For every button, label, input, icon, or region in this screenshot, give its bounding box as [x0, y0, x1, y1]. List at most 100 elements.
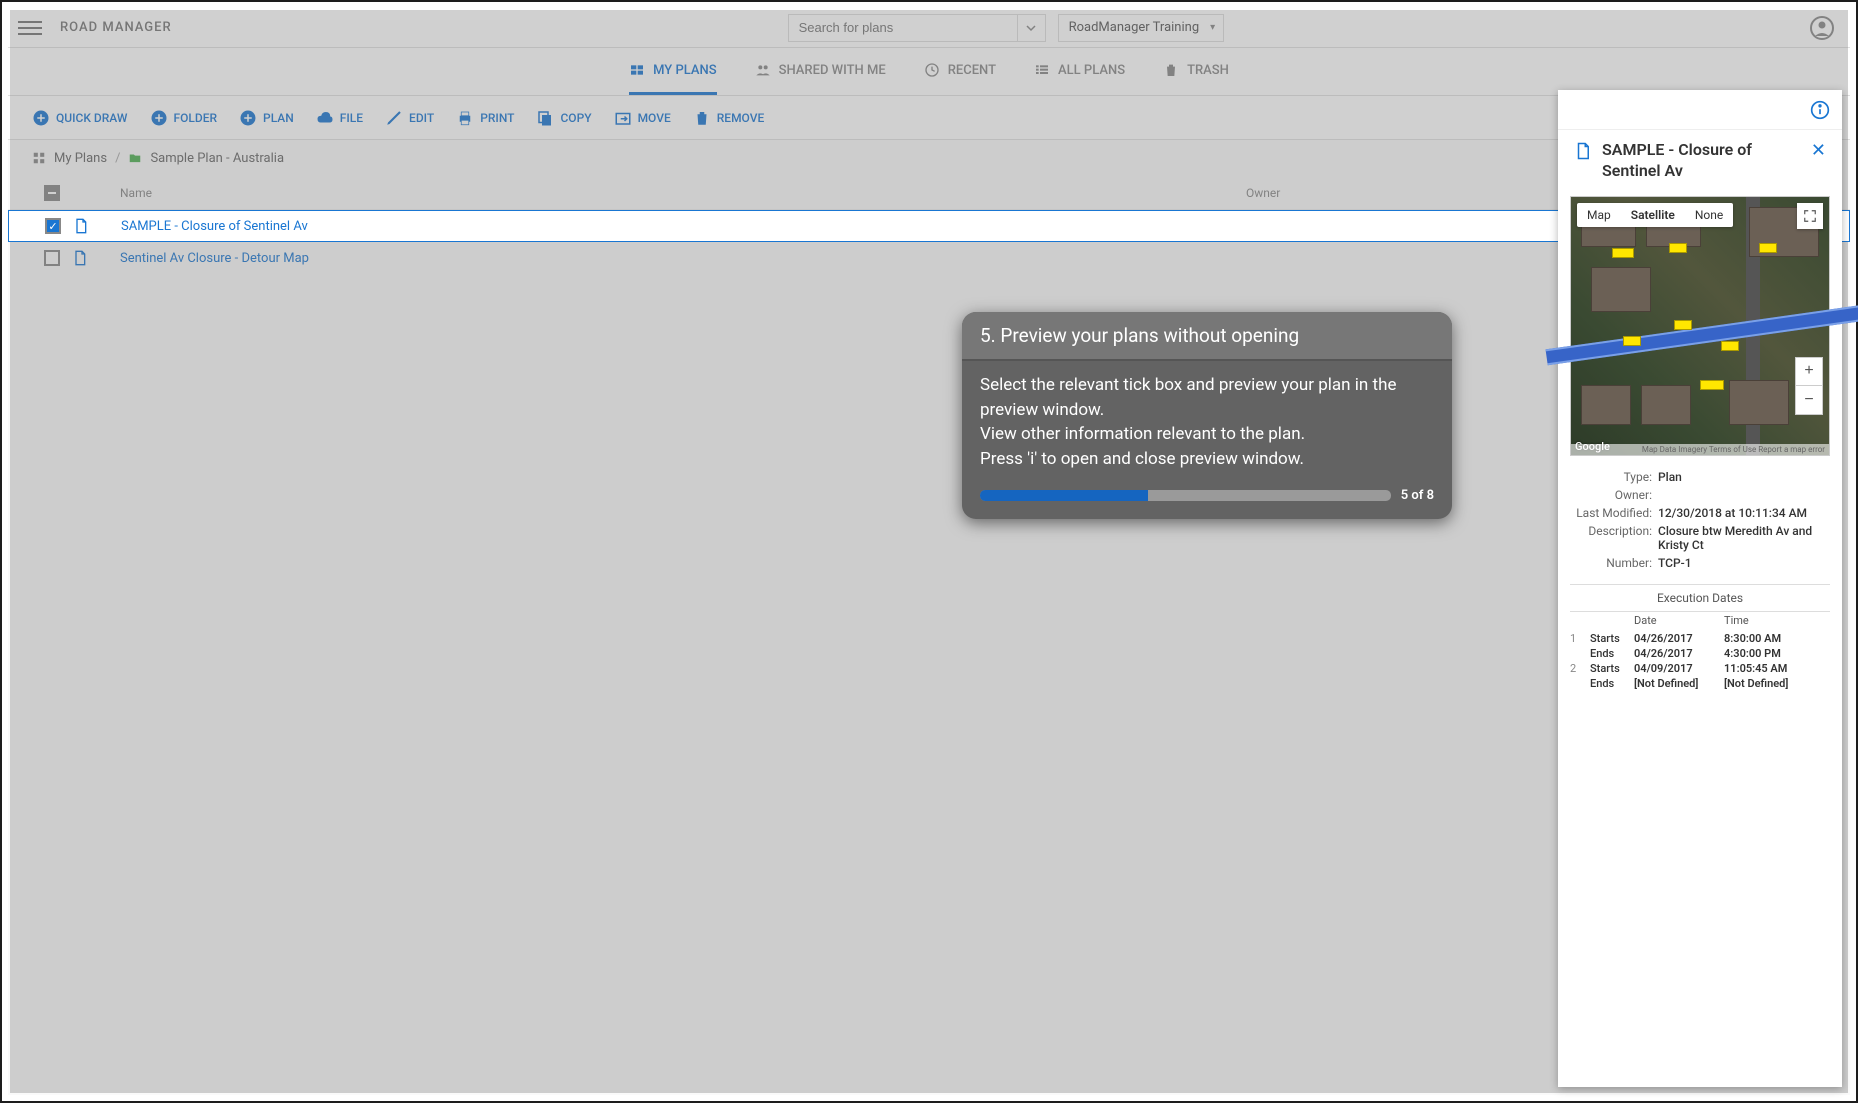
btn-label: FILE [340, 111, 363, 125]
copy-button[interactable]: COPY [536, 109, 591, 127]
close-icon[interactable]: ✕ [1811, 140, 1826, 161]
file-button[interactable]: FILE [316, 109, 363, 127]
tab-shared[interactable]: SHARED WITH ME [755, 48, 886, 95]
map-tab-map[interactable]: Map [1577, 203, 1621, 227]
meta-value [1658, 488, 1828, 502]
crumb-separator: / [115, 151, 120, 166]
meta-label: Number: [1572, 556, 1658, 570]
trash-icon [1163, 62, 1179, 78]
zoom-out-button[interactable]: − [1796, 386, 1822, 414]
map-type-toggle[interactable]: Map Satellite None [1577, 203, 1733, 227]
map-zoom-controls: + − [1795, 357, 1823, 415]
grid-icon [32, 151, 46, 165]
preview-title: SAMPLE - Closure of Sentinel Av [1602, 140, 1801, 182]
btn-label: PRINT [480, 111, 514, 125]
tab-label: TRASH [1187, 63, 1229, 78]
preview-panel: SAMPLE - Closure of Sentinel Av ✕ Map Sa… [1558, 90, 1842, 1087]
callout-line: Press 'i' to open and close preview wind… [980, 447, 1434, 472]
pencil-icon [385, 109, 403, 127]
map-attribution: Map Data Imagery Terms of Use Report a m… [1571, 444, 1829, 455]
zoom-in-button[interactable]: + [1796, 358, 1822, 386]
map-preview[interactable]: Map Satellite None + − Google Map Data I… [1570, 196, 1830, 456]
meta-value: TCP-1 [1658, 556, 1828, 570]
info-icon[interactable] [1810, 100, 1830, 120]
row-checkbox[interactable] [44, 250, 60, 266]
print-button[interactable]: PRINT [456, 109, 514, 127]
callout-body: Select the relevant tick box and preview… [962, 359, 1452, 480]
meta-value: Plan [1658, 470, 1828, 484]
callout-line: Select the relevant tick box and preview… [980, 373, 1434, 422]
btn-label: COPY [560, 111, 591, 125]
plus-circle-icon [239, 109, 257, 127]
tab-label: RECENT [948, 63, 996, 78]
map-tab-satellite[interactable]: Satellite [1621, 203, 1685, 227]
map-tab-none[interactable]: None [1685, 203, 1733, 227]
brand-label: ROAD MANAGER [60, 20, 172, 35]
printer-icon [456, 109, 474, 127]
move-button[interactable]: MOVE [614, 109, 671, 127]
org-selector[interactable]: RoadManager Training [1058, 14, 1225, 42]
meta-label: Type: [1572, 470, 1658, 484]
exec-row: 2Starts04/09/201711:05:45 AM [1558, 661, 1842, 676]
exec-row: Ends[Not Defined][Not Defined] [1558, 676, 1842, 691]
plus-circle-icon [150, 109, 168, 127]
account-icon[interactable] [1810, 16, 1834, 40]
exec-col-time: Time [1724, 614, 1830, 627]
exec-row: Ends04/26/20174:30:00 PM [1558, 646, 1842, 661]
search-dropdown-toggle[interactable] [1018, 14, 1046, 42]
col-header-name[interactable]: Name [120, 186, 1246, 200]
plan-doc-icon [72, 250, 88, 266]
tutorial-progress-bar [980, 490, 1391, 501]
row-checkbox[interactable]: ✓ [45, 218, 61, 234]
btn-label: FOLDER [174, 111, 218, 125]
meta-value: Closure btw Meredith Av and Kristy Ct [1658, 524, 1828, 552]
edit-button[interactable]: EDIT [385, 109, 434, 127]
topbar: ROAD MANAGER RoadManager Training [8, 8, 1850, 48]
plan-doc-icon [1574, 142, 1592, 160]
btn-label: QUICK DRAW [56, 111, 128, 125]
shared-icon [755, 62, 771, 78]
exec-table-header: Date Time [1558, 612, 1842, 631]
row-name[interactable]: Sentinel Av Closure - Detour Map [120, 251, 1246, 266]
folder-button[interactable]: FOLDER [150, 109, 218, 127]
tutorial-progress-label: 5 of 8 [1401, 488, 1434, 503]
tutorial-callout: 5. Preview your plans without opening Se… [962, 312, 1452, 519]
trash-icon [693, 109, 711, 127]
tab-my-plans[interactable]: MY PLANS [629, 48, 717, 95]
col-header-owner[interactable]: Owner [1246, 186, 1566, 200]
tab-trash[interactable]: TRASH [1163, 48, 1229, 95]
crumb-current: Sample Plan - Australia [150, 151, 284, 166]
plan-button[interactable]: PLAN [239, 109, 294, 127]
tab-all-plans[interactable]: ALL PLANS [1034, 48, 1125, 95]
select-all-checkbox[interactable] [44, 185, 60, 201]
quick-draw-button[interactable]: QUICK DRAW [32, 109, 128, 127]
callout-line: View other information relevant to the p… [980, 422, 1434, 447]
upload-cloud-icon [316, 109, 334, 127]
exec-row: 1Starts04/26/20178:30:00 AM [1558, 631, 1842, 646]
search-input[interactable] [788, 14, 1018, 42]
meta-label: Owner: [1572, 488, 1658, 502]
fullscreen-icon[interactable] [1797, 203, 1823, 229]
crumb-root[interactable]: My Plans [54, 151, 107, 166]
remove-button[interactable]: REMOVE [693, 109, 765, 127]
execution-dates-header: Execution Dates [1570, 584, 1830, 612]
nav-tabs: MY PLANS SHARED WITH ME RECENT ALL PLANS… [8, 48, 1850, 96]
tab-label: SHARED WITH ME [779, 63, 886, 78]
exec-col-date: Date [1634, 614, 1724, 627]
btn-label: EDIT [409, 111, 434, 125]
plus-circle-icon [32, 109, 50, 127]
tab-label: ALL PLANS [1058, 63, 1125, 78]
btn-label: REMOVE [717, 111, 765, 125]
menu-icon[interactable] [18, 16, 42, 40]
my-plans-icon [629, 62, 645, 78]
row-name[interactable]: SAMPLE - Closure of Sentinel Av [121, 219, 1245, 234]
meta-value: 12/30/2018 at 10:11:34 AM [1658, 506, 1828, 520]
move-folder-icon [614, 109, 632, 127]
btn-label: MOVE [638, 111, 671, 125]
recent-icon [924, 62, 940, 78]
tab-recent[interactable]: RECENT [924, 48, 996, 95]
btn-label: PLAN [263, 111, 294, 125]
copy-icon [536, 109, 554, 127]
folder-icon [128, 151, 142, 165]
meta-label: Description: [1572, 524, 1658, 552]
